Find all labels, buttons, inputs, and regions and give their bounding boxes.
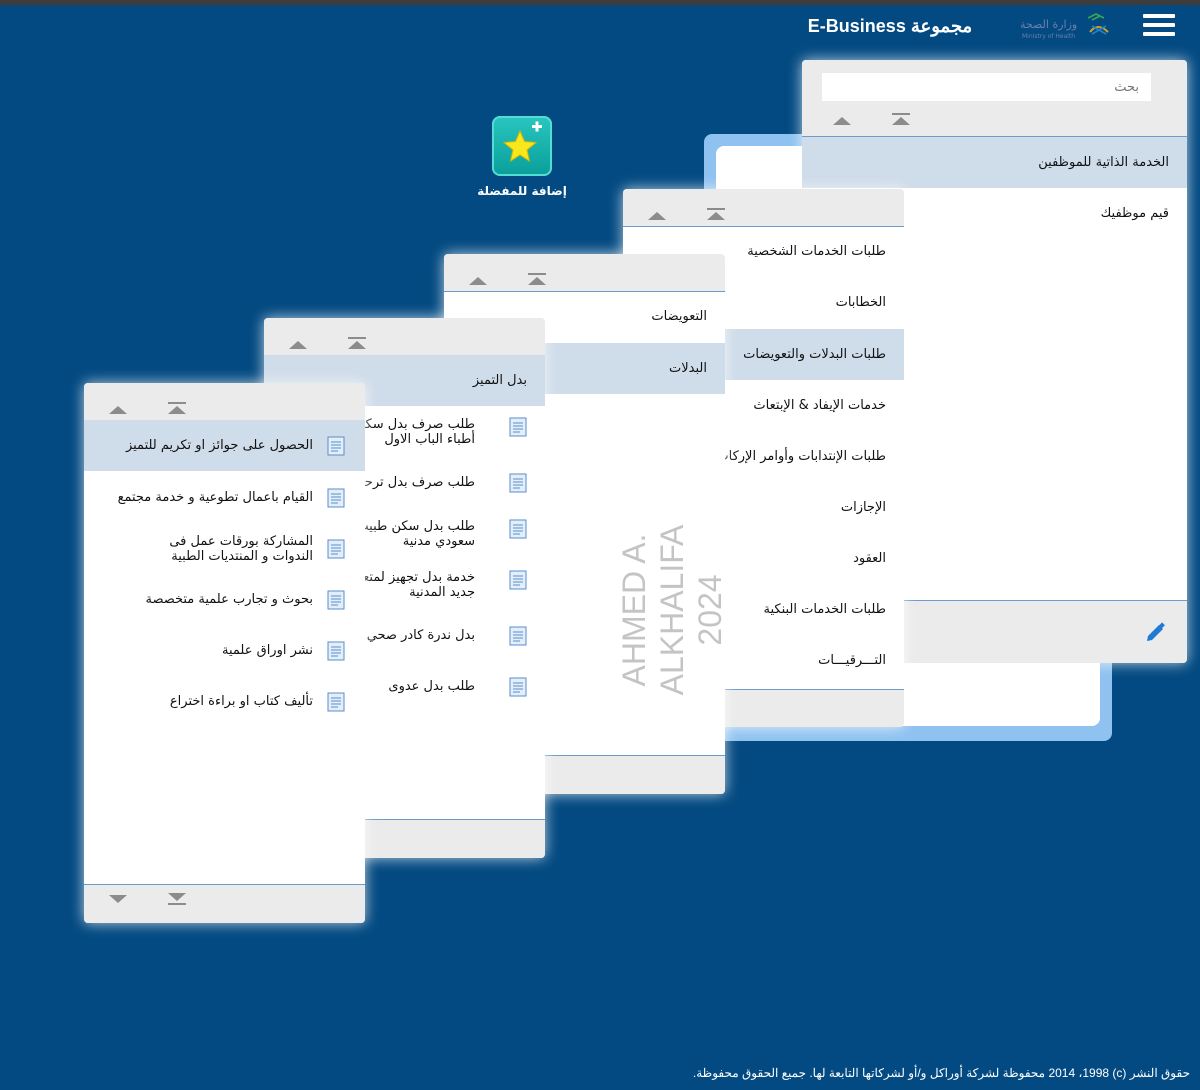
list-item[interactable]: القيام باعمال تطوعية و خدمة مجتمع <box>84 472 365 523</box>
svg-text:Ministry of Health: Ministry of Health <box>1022 33 1075 40</box>
document-icon <box>327 539 345 558</box>
list-item[interactable]: تأليف كتاب او براءة اختراع <box>84 676 365 727</box>
document-icon <box>327 436 345 455</box>
list-item[interactable]: الحصول على جوائز او تكريم للتميز <box>84 420 365 471</box>
scroll-up-icon[interactable] <box>108 403 128 415</box>
scroll-to-top-icon[interactable] <box>891 112 911 126</box>
scroll-down-icon[interactable] <box>108 894 128 906</box>
scroll-to-top-icon[interactable] <box>706 207 726 221</box>
document-icon <box>509 473 527 492</box>
copyright-footer: حقوق النشر (c) 2014 ،1998 محفوظة لشركة أ… <box>692 1066 1190 1080</box>
document-icon <box>509 677 527 696</box>
document-icon <box>327 641 345 660</box>
document-icon <box>509 626 527 645</box>
menu-panel-level-5: الحصول على جوائز او تكريم للتميز القيام … <box>84 383 365 923</box>
document-icon <box>327 692 345 711</box>
favorites-label: إضافة للمفضلة <box>477 184 567 198</box>
add-to-favorites-button[interactable]: إضافة للمفضلة <box>470 116 574 198</box>
brand-title: مجموعة E-Business <box>807 16 973 36</box>
list-item[interactable]: المشاركة بورقات عمل فى الندوات و المنتدي… <box>84 523 365 574</box>
scroll-up-icon[interactable] <box>647 209 667 221</box>
scroll-to-top-icon[interactable] <box>167 401 187 415</box>
search-input[interactable] <box>822 73 1151 101</box>
menu-item-employee-self-service[interactable]: الخدمة الذاتية للموظفين <box>802 137 1187 188</box>
document-icon <box>327 590 345 609</box>
document-icon <box>509 519 527 539</box>
scroll-to-top-icon[interactable] <box>527 272 547 286</box>
top-edge-bar <box>0 0 1200 5</box>
pencil-icon[interactable] <box>1145 621 1167 643</box>
document-icon <box>509 570 527 590</box>
document-icon <box>509 417 527 437</box>
hamburger-menu-icon[interactable] <box>1143 14 1175 40</box>
star-plus-icon <box>492 116 552 176</box>
scroll-up-icon[interactable] <box>832 114 852 126</box>
scroll-up-icon[interactable] <box>468 274 488 286</box>
ministry-logo: وزارة الصحة Ministry of Health <box>1018 12 1122 42</box>
list-item[interactable]: نشر اوراق علمية <box>84 625 365 676</box>
watermark-text: AHMED A. ALKHALIFA 2024 <box>616 524 728 696</box>
document-icon <box>327 488 345 507</box>
scroll-to-bottom-icon[interactable] <box>167 892 187 906</box>
scroll-up-icon[interactable] <box>288 338 308 350</box>
list-item[interactable]: بحوث و تجارب علمية متخصصة <box>84 574 365 625</box>
scroll-to-top-icon[interactable] <box>347 336 367 350</box>
svg-text:وزارة الصحة: وزارة الصحة <box>1020 18 1077 31</box>
